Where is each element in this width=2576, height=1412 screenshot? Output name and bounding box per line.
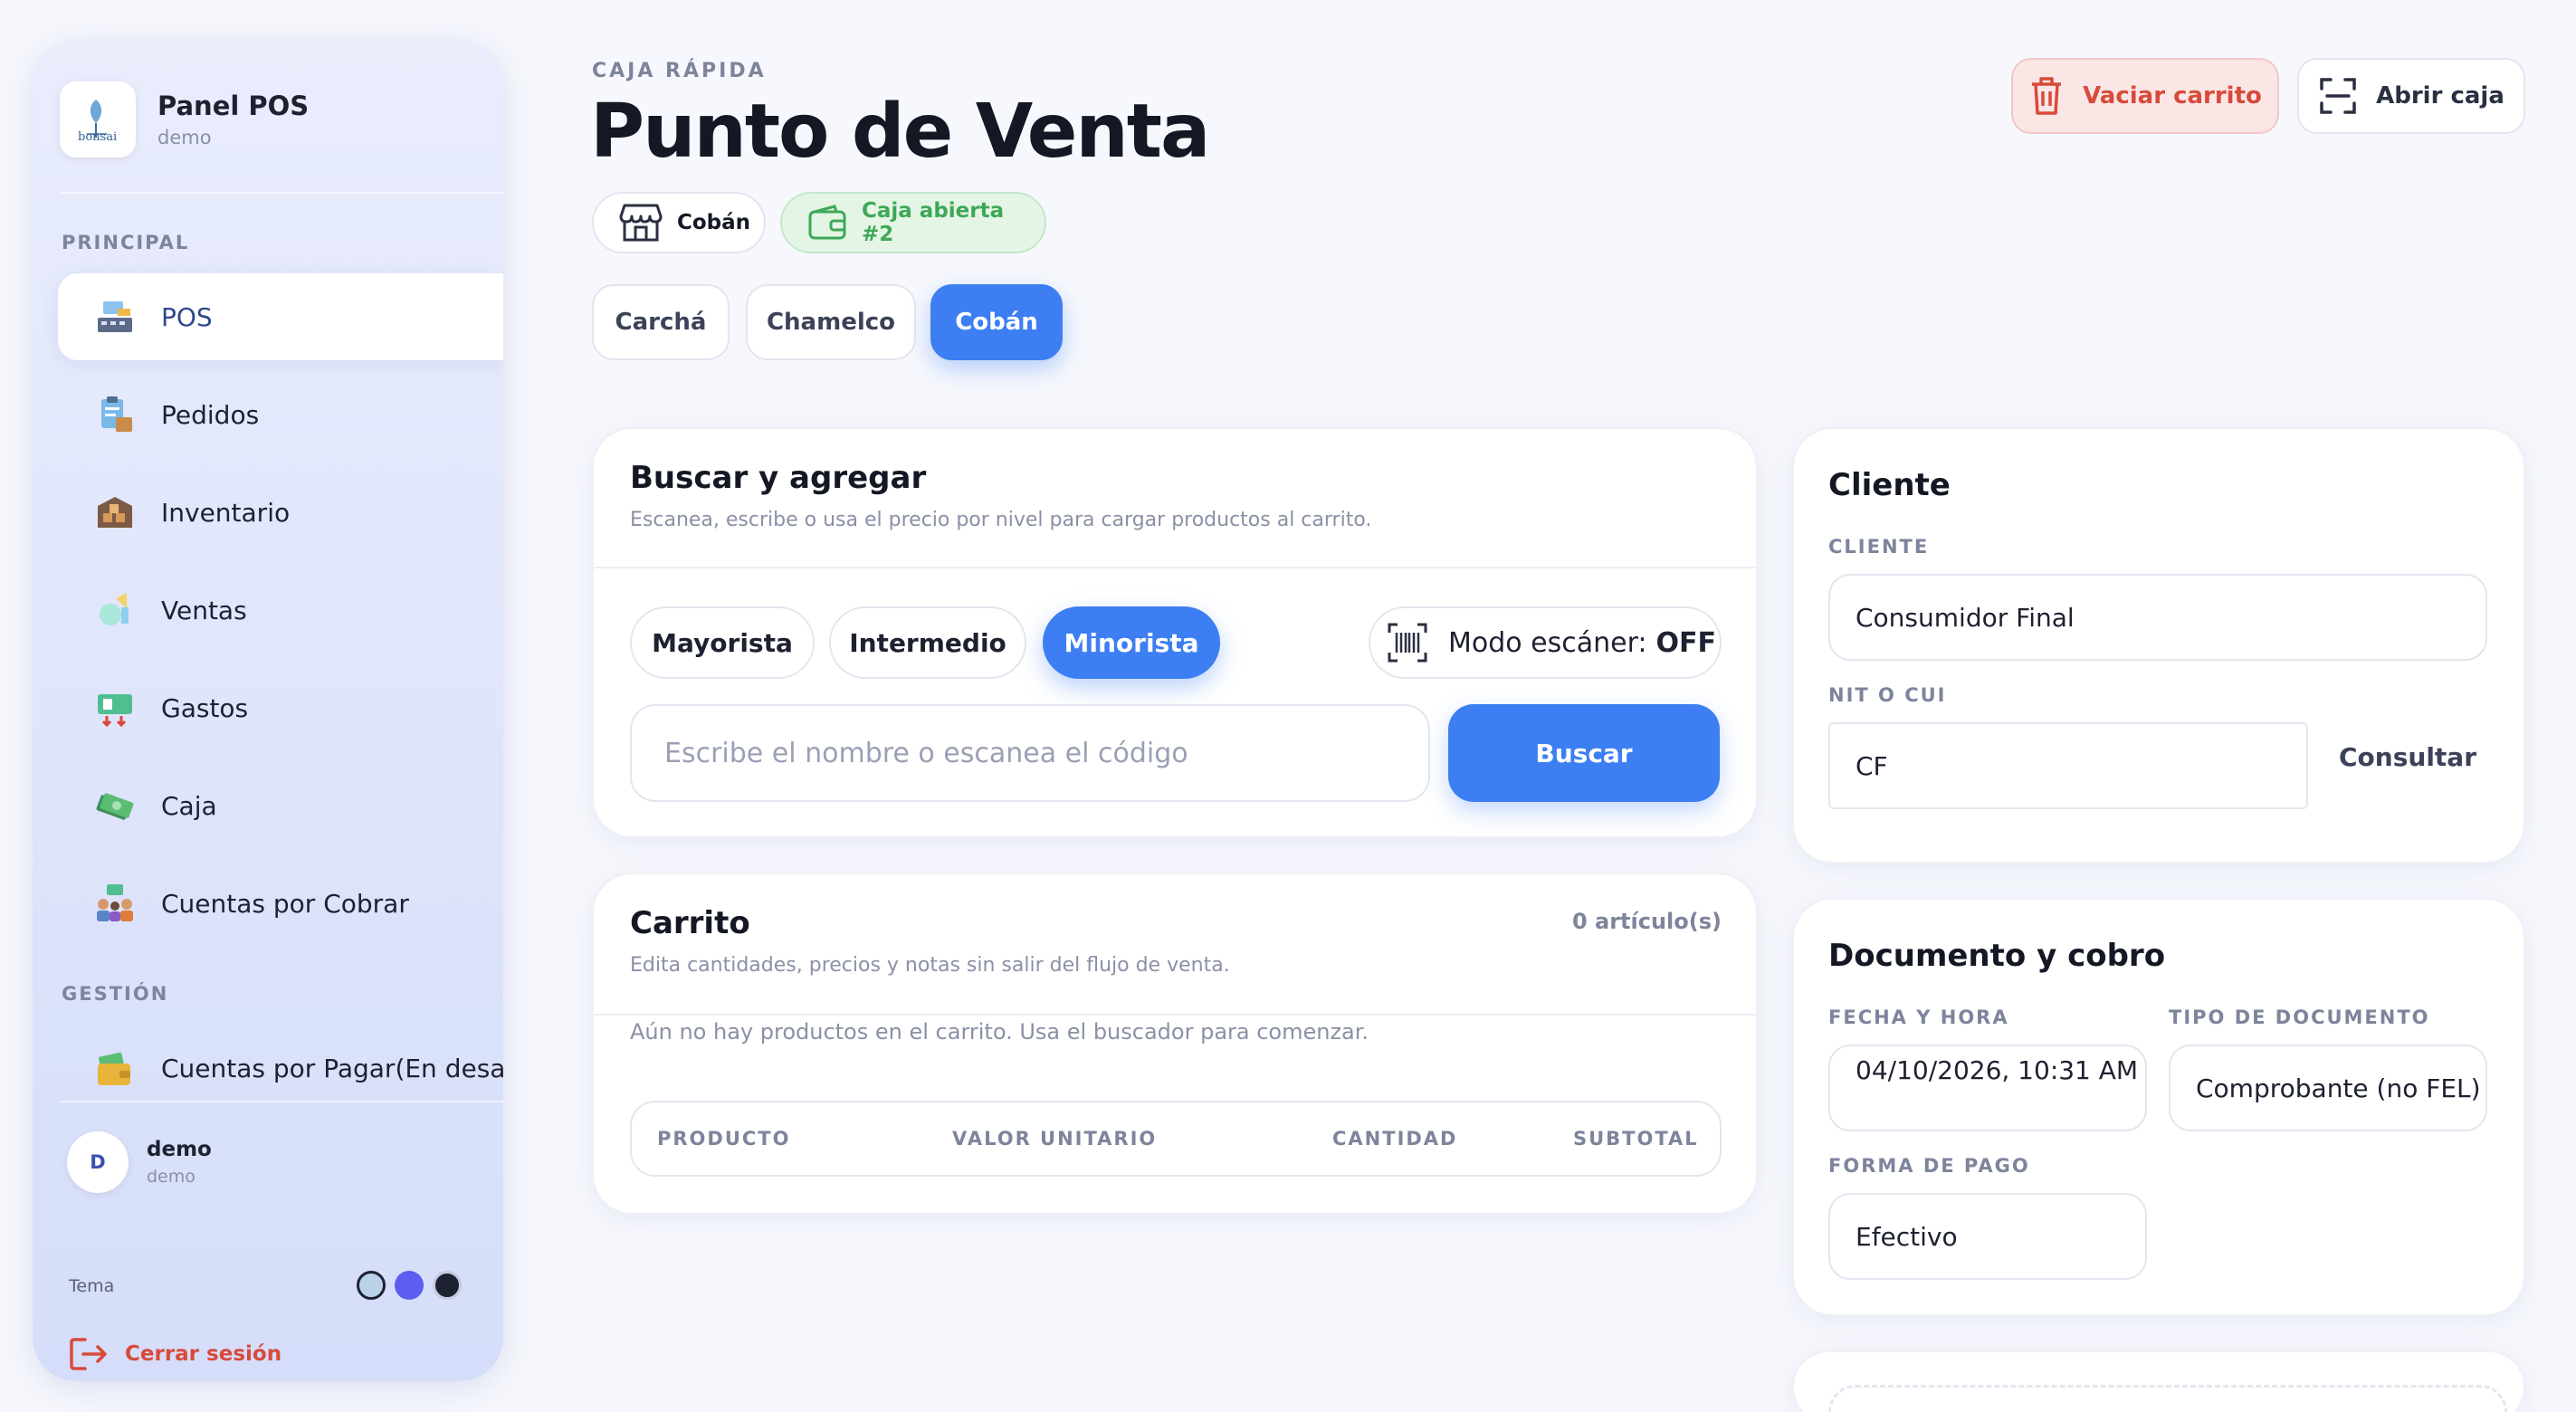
branch-tab-chamelco[interactable]: Chamelco	[746, 284, 916, 360]
card-divider	[594, 1014, 1756, 1016]
brand-logo: bonsai	[60, 81, 136, 157]
sidebar-item-label: Cuentas por Pagar(En desarro	[161, 1053, 503, 1083]
barcode-scan-icon	[1388, 623, 1427, 663]
cart-card-subtitle: Edita cantidades, precios y notas sin sa…	[630, 954, 1230, 977]
doc-type-label: TIPO DE DOCUMENTO	[2169, 1007, 2430, 1028]
client-field[interactable]: Consumidor Final	[1828, 574, 2487, 661]
page-eyebrow: CAJA RÁPIDA	[592, 60, 767, 82]
client-label: CLIENTE	[1828, 536, 1930, 558]
scan-frame-icon	[2320, 78, 2356, 114]
document-card-title: Documento y cobro	[1828, 938, 2166, 974]
sidebar-item-label: Inventario	[161, 497, 291, 528]
store-chip-label: Cobán	[677, 211, 751, 234]
scanner-mode-state: OFF	[1655, 626, 1717, 659]
brand-title: Panel POS	[157, 91, 310, 121]
theme-swatch-indigo[interactable]	[395, 1271, 424, 1300]
warehouse-boxes-icon	[98, 497, 132, 528]
datetime-label: FECHA Y HORA	[1828, 1007, 2009, 1028]
cash-bills-icon	[96, 793, 134, 820]
sidebar-item-label: Cuentas por Cobrar	[161, 888, 409, 919]
theme-swatch-dark[interactable]	[433, 1271, 462, 1300]
open-register-button[interactable]: Abrir caja	[2297, 58, 2525, 134]
column-producto: PRODUCTO	[657, 1128, 791, 1150]
sidebar-item-label: Gastos	[161, 692, 249, 723]
register-status-chip: Caja abierta #2	[780, 192, 1046, 253]
receivables-people-icon	[97, 884, 133, 921]
brand-subtitle: demo	[157, 127, 212, 148]
sidebar-item-label: POS	[161, 301, 213, 332]
nit-label: NIT O CUI	[1828, 684, 1947, 706]
price-level-minorista[interactable]: Minorista	[1043, 606, 1220, 679]
logout-button[interactable]: Cerrar sesión	[69, 1336, 281, 1372]
sidebar-divider	[60, 1101, 503, 1102]
search-card-title: Buscar y agregar	[630, 460, 927, 496]
bonsai-logo-icon	[87, 100, 107, 138]
payment-select[interactable]: Efectivo	[1828, 1193, 2147, 1280]
section-gestion: GESTIÓN	[62, 983, 169, 1005]
store-chip[interactable]: Cobán	[592, 192, 766, 253]
sidebar-item-caja[interactable]: Caja	[58, 762, 503, 849]
product-search-input[interactable]	[630, 704, 1430, 802]
theme-label: Tema	[69, 1276, 115, 1296]
brand[interactable]: bonsai Panel POS demo	[60, 81, 309, 157]
cart-empty-message: Aún no hay productos en el carrito. Usa …	[630, 1019, 1369, 1045]
search-card-subtitle: Escanea, escribe o usa el precio por niv…	[630, 509, 1372, 531]
sidebar-item-gastos[interactable]: Gastos	[58, 664, 503, 751]
sidebar-item-cuentas-por-pagar[interactable]: Cuentas por Pagar(En desarro	[58, 1025, 503, 1111]
trash-icon	[2032, 77, 2062, 115]
user-profile[interactable]: D demo demo	[67, 1131, 212, 1193]
column-valor-unitario: VALOR UNITARIO	[952, 1128, 1158, 1150]
branch-tab-coban[interactable]: Cobán	[930, 284, 1063, 360]
logout-icon	[70, 1338, 107, 1370]
clipboard-box-icon	[101, 396, 132, 432]
cart-card-title: Carrito	[630, 905, 750, 941]
pos-register-icon	[98, 301, 132, 332]
avatar: D	[67, 1131, 129, 1193]
payables-wallet-icon	[98, 1052, 130, 1085]
sidebar-item-inventario[interactable]: Inventario	[58, 469, 503, 556]
sidebar-item-label: Pedidos	[161, 399, 260, 430]
sidebar-item-pedidos[interactable]: Pedidos	[58, 371, 503, 458]
nit-field[interactable]: CF	[1828, 722, 2308, 809]
scanner-mode-toggle[interactable]: Modo escáner: OFF	[1369, 606, 1722, 679]
brand-logo-text: bonsai	[78, 130, 118, 144]
column-cantidad: CANTIDAD	[1332, 1128, 1458, 1150]
sidebar-item-label: Ventas	[161, 595, 247, 625]
register-status-label: Caja abierta #2	[862, 199, 1005, 246]
clear-cart-label: Vaciar carrito	[2083, 82, 2262, 110]
cart-table-header: PRODUCTO VALOR UNITARIO CANTIDAD SUBTOTA…	[630, 1101, 1722, 1177]
price-level-mayorista[interactable]: Mayorista	[630, 606, 815, 679]
clear-cart-button[interactable]: Vaciar carrito	[2011, 58, 2279, 134]
branch-tab-carcha[interactable]: Carchá	[592, 284, 730, 360]
theme-swatch-light[interactable]	[357, 1271, 386, 1300]
client-card-title: Cliente	[1828, 467, 1951, 503]
sidebar-item-cuentas-por-cobrar[interactable]: Cuentas por Cobrar	[58, 860, 503, 947]
sidebar-item-ventas[interactable]: Ventas	[58, 567, 503, 654]
price-level-intermedio[interactable]: Intermedio	[829, 606, 1026, 679]
dropzone-partial	[1828, 1385, 2507, 1412]
datetime-field[interactable]: 04/10/2026, 10:31 AM	[1828, 1045, 2147, 1131]
sales-chart-icon	[100, 593, 129, 625]
wallet-icon	[808, 205, 846, 240]
consult-nit-button[interactable]: Consultar	[2339, 742, 2476, 772]
logout-label: Cerrar sesión	[125, 1342, 282, 1366]
sidebar: bonsai Panel POS demo PRINCIPAL POS Pedi…	[33, 40, 503, 1381]
scanner-mode-label: Modo escáner:	[1448, 626, 1647, 659]
store-icon	[619, 204, 663, 242]
column-subtotal: SUBTOTAL	[1573, 1128, 1699, 1150]
payment-label: FORMA DE PAGO	[1828, 1155, 2030, 1177]
section-principal: PRINCIPAL	[62, 232, 190, 253]
sidebar-item-label: Caja	[161, 790, 217, 821]
expenses-icon	[98, 694, 132, 728]
cart-item-count: 0 artículo(s)	[1571, 909, 1722, 934]
sidebar-divider	[60, 192, 503, 194]
open-register-label: Abrir caja	[2376, 82, 2504, 110]
user-subtitle: demo	[147, 1167, 196, 1187]
doc-type-select[interactable]: Comprobante (no FEL)	[2169, 1045, 2487, 1131]
sidebar-item-pos[interactable]: POS	[58, 273, 503, 360]
user-name: demo	[147, 1138, 212, 1161]
page-title: Punto de Venta	[590, 89, 1210, 175]
search-button[interactable]: Buscar	[1448, 704, 1720, 802]
card-divider	[594, 567, 1756, 568]
